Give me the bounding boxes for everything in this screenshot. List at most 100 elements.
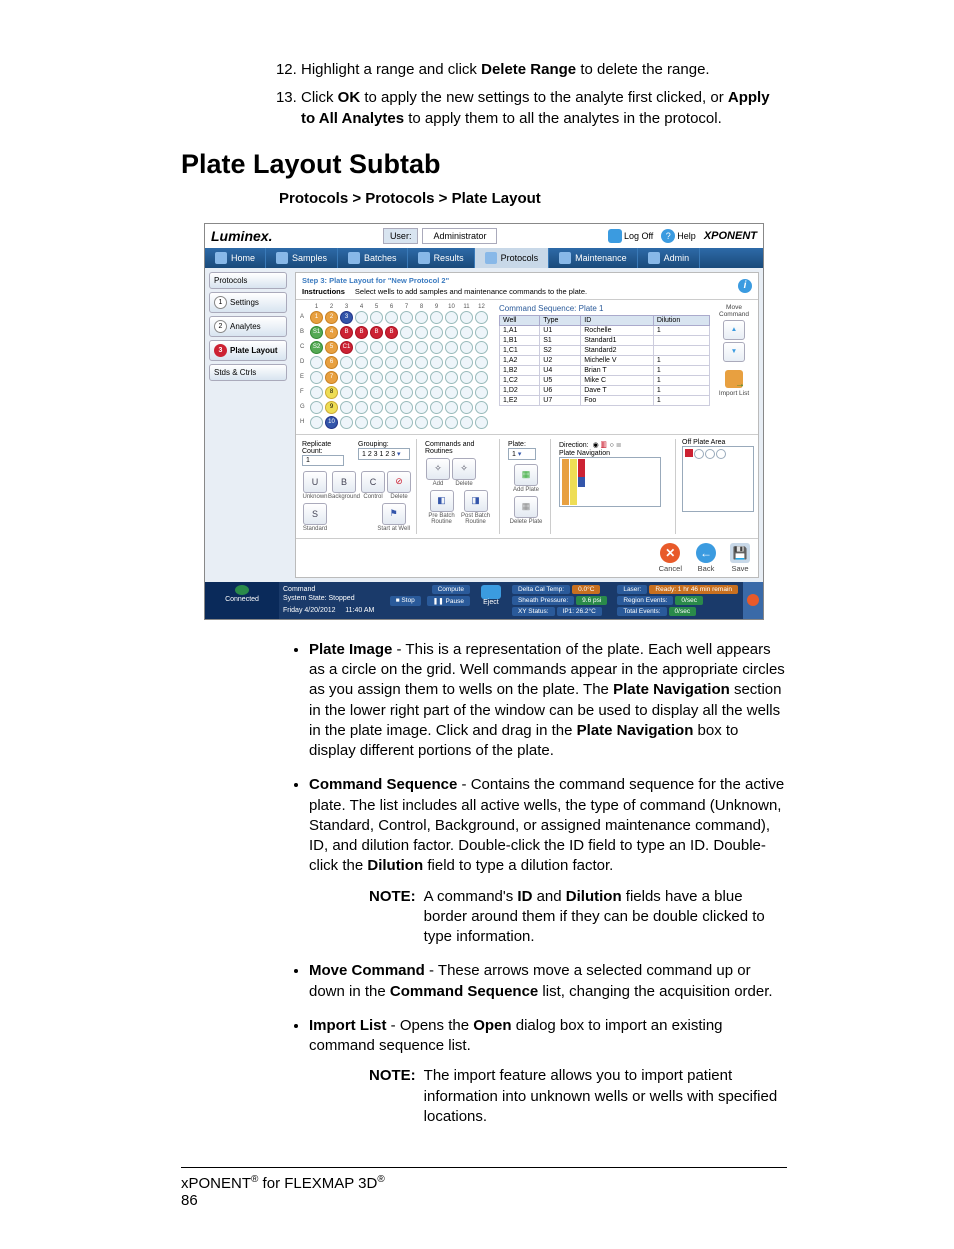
eject-button[interactable]: Eject xyxy=(481,599,501,606)
home-icon xyxy=(215,252,227,264)
protocols-icon xyxy=(485,252,497,264)
table-row[interactable]: 1,D2U6Dave T1 xyxy=(500,385,710,395)
sequence-title: Command Sequence: Plate 1 xyxy=(499,304,710,313)
help-icon: ? xyxy=(661,229,675,243)
bullet-command-sequence: Command Sequence - Contains the command … xyxy=(309,775,787,947)
bullet-move-command: Move Command - These arrows move a selec… xyxy=(309,961,787,1002)
horizontal-icon: ≣ xyxy=(616,442,622,449)
back-icon: ← xyxy=(696,543,716,563)
table-row[interactable]: 1,B1S1Standard1 xyxy=(500,335,710,345)
chevron-down-icon: ▾ xyxy=(518,451,522,458)
cancel-button[interactable]: ✕ Cancel xyxy=(659,543,682,573)
delete-plate-button[interactable]: ▦ xyxy=(514,496,538,518)
section-heading: Plate Layout Subtab xyxy=(181,149,787,180)
help-button[interactable]: ? Help xyxy=(661,229,696,243)
table-row[interactable]: 1,C2U5Mike C1 xyxy=(500,375,710,385)
start-well-button[interactable]: ⚑ xyxy=(382,503,406,525)
note-import: NOTE: The import feature allows you to i… xyxy=(369,1066,787,1127)
arrow-up-icon: ▲ xyxy=(731,326,737,333)
plate-navigation[interactable] xyxy=(559,457,661,507)
vertical-icon: ⫿⫿⫿⫿ xyxy=(601,442,606,449)
note-id-dilution: NOTE: A command's ID and Dilution fields… xyxy=(369,887,787,948)
bullet-import-list: Import List - Opens the Open dialog box … xyxy=(309,1016,787,1127)
move-up-button[interactable]: ▲ xyxy=(723,320,745,340)
add-routine-button[interactable]: ✧ xyxy=(426,458,450,480)
back-button[interactable]: ← Back xyxy=(696,543,716,573)
plate-label: Plate: xyxy=(508,441,544,448)
arrow-down-icon: ▼ xyxy=(731,348,737,355)
delete-icon: ⊘ xyxy=(395,476,403,487)
table-row[interactable]: 1,A1U1Rochelle1 xyxy=(500,325,710,335)
direction-label: Direction: xyxy=(559,442,589,449)
import-list-icon[interactable] xyxy=(725,370,743,388)
nav-admin[interactable]: Admin xyxy=(638,248,701,268)
cancel-icon: ✕ xyxy=(660,543,680,563)
grouping-select[interactable]: 1 2 3 1 2 3 ▾ xyxy=(358,448,410,460)
user-value: Administrator xyxy=(422,228,497,244)
background-button[interactable]: B xyxy=(332,471,356,493)
save-button[interactable]: 💾 Save xyxy=(730,543,750,573)
prebatch-icon: ◧ xyxy=(437,495,446,506)
sequence-table[interactable]: Well Type ID Dilution 1,A1U1Rochelle11,B… xyxy=(499,315,710,406)
side-plate-layout[interactable]: 3Plate Layout xyxy=(209,340,287,361)
control-button[interactable]: C xyxy=(361,471,385,493)
pause-button[interactable]: ❚❚ Pause xyxy=(427,596,470,606)
off-plate-area[interactable] xyxy=(682,446,754,512)
table-row[interactable]: 1,A2U2Michelle V1 xyxy=(500,355,710,365)
add-plate-button[interactable]: ▦ xyxy=(514,464,538,486)
add-plate-icon: ▦ xyxy=(522,469,531,480)
postbatch-button[interactable]: ◨ xyxy=(464,490,488,512)
postbatch-icon: ◨ xyxy=(471,495,480,506)
logoff-button[interactable]: Log Off xyxy=(608,229,653,243)
plate-image[interactable]: 123456789101112 A123 BS14BBBB CS25C1 D6 … xyxy=(300,304,495,430)
admin-icon xyxy=(648,252,660,264)
delete-button[interactable]: ⊘ xyxy=(387,471,411,493)
nav-samples[interactable]: Samples xyxy=(266,248,338,268)
step-title: Step 3: Plate Layout for "New Protocol 2… xyxy=(302,276,752,285)
table-row[interactable]: 1,E2U7Foo1 xyxy=(500,395,710,405)
main-nav: Home Samples Batches Results Protocols M… xyxy=(205,248,763,268)
replicate-count-input[interactable]: 1 xyxy=(302,455,344,466)
nav-maintenance[interactable]: Maintenance xyxy=(549,248,638,268)
page-footer: xPONENT® for FLEXMAP 3D® 86 xyxy=(181,1167,787,1209)
direction-vertical[interactable]: ◉ ⫿⫿⫿⫿ xyxy=(593,441,606,450)
table-row[interactable]: 1,B2U4Brian T1 xyxy=(500,365,710,375)
step-13: Click OK to apply the new settings to th… xyxy=(301,88,787,129)
stop-button[interactable]: ■ Stop xyxy=(390,596,421,606)
wand-icon: ✧ xyxy=(434,463,442,474)
plate-select[interactable]: 1 ▾ xyxy=(508,448,536,460)
side-settings[interactable]: 1Settings xyxy=(209,292,287,313)
nav-home[interactable]: Home xyxy=(205,248,266,268)
instructions-label: Instructions xyxy=(302,287,345,296)
nav-results[interactable]: Results xyxy=(408,248,475,268)
samples-icon xyxy=(276,252,288,264)
side-stds-ctrls[interactable]: Stds & Ctrls xyxy=(209,364,287,381)
delete-routine-button[interactable]: ✧ xyxy=(452,458,476,480)
nav-protocols[interactable]: Protocols xyxy=(475,248,550,268)
direction-horizontal[interactable]: ○ ≣ xyxy=(610,441,622,449)
unknown-button[interactable]: U xyxy=(303,471,327,493)
save-icon: 💾 xyxy=(730,543,750,563)
replicate-count-label: Replicate Count: xyxy=(302,441,350,455)
plate-nav-label: Plate Navigation xyxy=(559,450,669,457)
compute-button[interactable]: Compute xyxy=(432,585,470,594)
warning-icon[interactable] xyxy=(747,594,759,606)
prebatch-button[interactable]: ◧ xyxy=(430,490,454,512)
batches-icon xyxy=(348,252,360,264)
grouping-label: Grouping: xyxy=(358,441,410,448)
nav-batches[interactable]: Batches xyxy=(338,248,408,268)
side-analytes[interactable]: 2Analytes xyxy=(209,316,287,337)
results-icon xyxy=(418,252,430,264)
flag-icon: ⚑ xyxy=(390,508,398,519)
app-logo: Luminex. xyxy=(211,228,272,244)
screenshot-figure: Luminex. User: Administrator Log Off ? H… xyxy=(204,223,764,620)
move-down-button[interactable]: ▼ xyxy=(723,342,745,362)
table-row[interactable]: 1,C1S2Standard2 xyxy=(500,345,710,355)
standard-button[interactable]: S xyxy=(303,503,327,525)
delete-plate-icon: ▦ xyxy=(522,501,531,512)
info-icon[interactable]: i xyxy=(738,279,752,293)
side-protocols[interactable]: Protocols xyxy=(209,272,287,289)
instructions-text: Select wells to add samples and maintena… xyxy=(355,287,587,296)
status-led-icon xyxy=(235,585,249,595)
off-plate-label: Off Plate Area xyxy=(682,439,754,446)
